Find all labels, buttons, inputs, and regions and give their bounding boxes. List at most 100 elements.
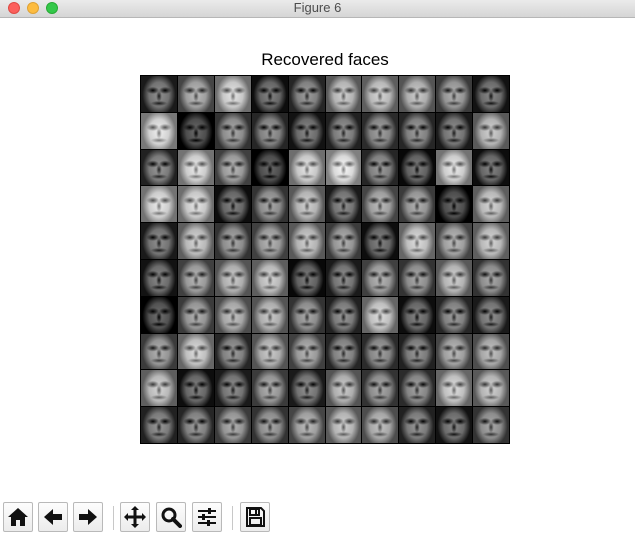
- face-tile: [325, 112, 362, 149]
- face-tile: [251, 76, 288, 112]
- face-tile: [325, 76, 362, 112]
- face-tile: [141, 76, 177, 112]
- pan-button[interactable]: [120, 502, 150, 532]
- face-tile: [399, 407, 436, 443]
- face-tile: [362, 76, 399, 112]
- face-tile: [177, 186, 214, 223]
- face-tile: [177, 223, 214, 259]
- face-tile: [436, 333, 473, 370]
- face-tile: [473, 76, 509, 112]
- face-tile: [214, 370, 251, 407]
- face-tile: [177, 112, 214, 149]
- face-tile: [436, 370, 473, 407]
- face-tile: [177, 296, 214, 333]
- face-tile: [399, 186, 436, 223]
- face-tile: [325, 149, 362, 186]
- face-tile: [436, 186, 473, 223]
- face-tile: [214, 259, 251, 296]
- window-titlebar: Figure 6: [0, 0, 635, 18]
- face-tile: [214, 333, 251, 370]
- face-tile: [288, 333, 325, 370]
- face-tile: [325, 407, 362, 443]
- face-tile: [399, 76, 436, 112]
- arrow-right-icon: [79, 509, 97, 525]
- face-tile: [473, 223, 509, 259]
- face-tile: [362, 112, 399, 149]
- face-tile: [325, 186, 362, 223]
- face-tile: [177, 259, 214, 296]
- face-tile: [251, 259, 288, 296]
- face-tile: [177, 76, 214, 112]
- face-tile: [473, 370, 509, 407]
- face-tile: [436, 112, 473, 149]
- face-tile: [251, 407, 288, 443]
- save-button[interactable]: [240, 502, 270, 532]
- face-tile: [288, 76, 325, 112]
- face-tile: [473, 149, 509, 186]
- face-tile: [288, 259, 325, 296]
- toolbar-separator: [232, 506, 233, 530]
- face-tile: [399, 333, 436, 370]
- face-tile: [141, 149, 177, 186]
- face-tile: [214, 76, 251, 112]
- face-tile: [177, 407, 214, 443]
- face-tile: [177, 149, 214, 186]
- face-tile: [214, 223, 251, 259]
- face-tile: [214, 407, 251, 443]
- face-tile: [214, 186, 251, 223]
- face-tile: [436, 149, 473, 186]
- face-tile: [288, 149, 325, 186]
- face-tile: [251, 149, 288, 186]
- face-tile: [214, 112, 251, 149]
- face-tile: [141, 112, 177, 149]
- face-tile: [473, 333, 509, 370]
- faces-image-grid: [140, 75, 510, 444]
- home-button[interactable]: [3, 502, 33, 532]
- face-tile: [436, 223, 473, 259]
- face-tile: [288, 186, 325, 223]
- face-tile: [251, 333, 288, 370]
- window-title: Figure 6: [293, 0, 342, 15]
- face-tile: [141, 333, 177, 370]
- face-tile: [251, 112, 288, 149]
- face-tile: [399, 149, 436, 186]
- face-tile: [436, 407, 473, 443]
- face-tile: [288, 112, 325, 149]
- face-tile: [177, 333, 214, 370]
- back-button[interactable]: [38, 502, 68, 532]
- magnifier-icon: [161, 507, 182, 528]
- face-tile: [288, 370, 325, 407]
- face-tile: [473, 296, 509, 333]
- face-tile: [436, 296, 473, 333]
- face-tile: [251, 370, 288, 407]
- floppy-disk-icon: [246, 507, 265, 527]
- zoom-button[interactable]: [156, 502, 186, 532]
- face-tile: [473, 259, 509, 296]
- face-tile: [325, 370, 362, 407]
- face-tile: [473, 407, 509, 443]
- move-icon: [124, 506, 146, 528]
- face-tile: [362, 407, 399, 443]
- configure-subplots-button[interactable]: [192, 502, 222, 532]
- face-tile: [399, 259, 436, 296]
- face-tile: [251, 296, 288, 333]
- arrow-left-icon: [44, 509, 62, 525]
- face-tile: [399, 223, 436, 259]
- face-tile: [362, 186, 399, 223]
- face-tile: [325, 333, 362, 370]
- face-tile: [362, 259, 399, 296]
- face-tile: [288, 296, 325, 333]
- face-tile: [325, 259, 362, 296]
- face-tile: [214, 149, 251, 186]
- face-tile: [288, 407, 325, 443]
- face-tile: [141, 223, 177, 259]
- forward-button[interactable]: [73, 502, 103, 532]
- face-tile: [288, 223, 325, 259]
- face-tile: [141, 259, 177, 296]
- face-tile: [399, 112, 436, 149]
- face-tile: [251, 186, 288, 223]
- toolbar-separator: [113, 506, 114, 530]
- face-tile: [362, 149, 399, 186]
- face-tile: [177, 370, 214, 407]
- face-tile: [214, 296, 251, 333]
